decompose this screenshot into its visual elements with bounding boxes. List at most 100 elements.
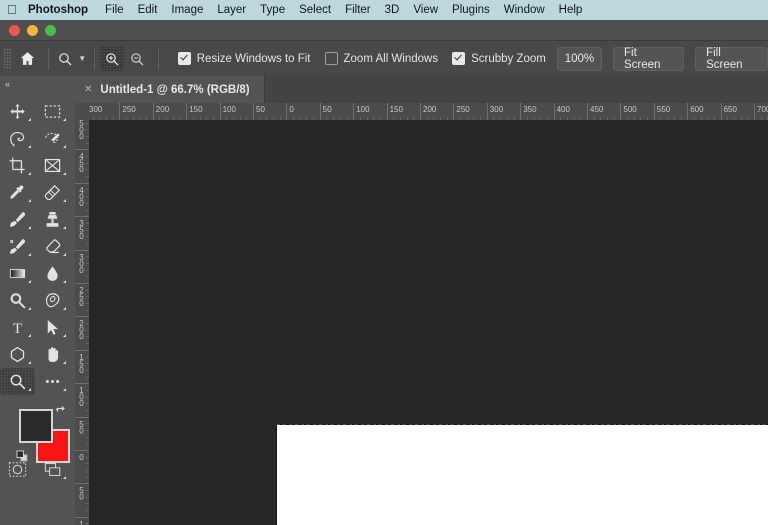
close-button[interactable] — [9, 25, 20, 36]
menu-item-select[interactable]: Select — [292, 0, 338, 20]
fill-screen-button[interactable]: Fill Screen — [695, 47, 768, 71]
clone-stamp-tool[interactable] — [35, 206, 70, 233]
window-title-bar — [0, 20, 768, 41]
zoom-in-button[interactable] — [100, 47, 124, 71]
pen-tool[interactable] — [35, 287, 70, 314]
edit-toolbar-tool[interactable] — [35, 368, 70, 395]
shape-tool[interactable] — [0, 341, 35, 368]
ruler-label: 150 — [390, 105, 403, 114]
document-tab-title: Untitled-1 @ 66.7% (RGB/8) — [100, 84, 249, 96]
ruler-label: 300 — [490, 105, 503, 114]
swap-colors-icon[interactable] — [55, 405, 67, 420]
ruler-label: 500 — [77, 120, 86, 139]
double-chevron-left-icon[interactable]: « — [0, 76, 75, 92]
brush-tool[interactable] — [0, 206, 35, 233]
path-selection-tool[interactable] — [35, 314, 70, 341]
screen-mode-button[interactable] — [35, 456, 70, 483]
svg-text:T: T — [13, 321, 22, 337]
document-canvas[interactable] — [277, 425, 768, 525]
healing-brush-icon — [43, 183, 62, 202]
options-bar-grip[interactable] — [3, 48, 11, 70]
tool-panel-bottom — [0, 456, 75, 483]
ruler-tick — [220, 103, 221, 120]
eraser-icon — [43, 237, 62, 256]
active-tool-preset-picker[interactable]: ▼ — [54, 51, 89, 67]
rectangular-marquee-tool[interactable] — [35, 98, 70, 125]
menu-item-plugins[interactable]: Plugins — [445, 0, 497, 20]
history-brush-tool[interactable] — [0, 233, 35, 260]
zoom-button[interactable] — [45, 25, 56, 36]
resize-windows-to-fit-checkbox[interactable]: Resize Windows to Fit — [178, 52, 311, 65]
tool-flyout-indicator — [28, 361, 31, 364]
tool-flyout-indicator — [63, 280, 66, 283]
ruler-label: 200 — [156, 105, 169, 114]
crop-icon — [8, 156, 27, 175]
tools-grid: T — [0, 92, 75, 395]
ruler-label: 100 — [356, 105, 369, 114]
foreground-color-swatch[interactable] — [19, 409, 53, 443]
quick-mask-button[interactable] — [0, 456, 35, 483]
quick-selection-icon — [43, 129, 62, 148]
scrubby-zoom-checkbox[interactable]: Scrubby Zoom — [452, 52, 546, 65]
menu-item-layer[interactable]: Layer — [210, 0, 253, 20]
tool-flyout-indicator — [28, 307, 31, 310]
blur-tool[interactable] — [35, 260, 70, 287]
ruler-tick — [75, 483, 89, 484]
close-x-icon[interactable]: ✕ — [84, 84, 92, 95]
macos-menu-bar:  PhotoshopFileEditImageLayerTypeSelectF… — [0, 0, 768, 20]
ruler-tick — [487, 103, 488, 120]
ruler-tick — [186, 103, 187, 120]
ruler-label: 400 — [77, 186, 86, 206]
zoom-out-button[interactable] — [124, 47, 148, 71]
menu-item-view[interactable]: View — [406, 0, 445, 20]
ruler-tick — [253, 103, 254, 120]
vertical-ruler[interactable]: 50045040035030025020015010050050100150 — [75, 120, 90, 525]
menu-item-photoshop[interactable]: Photoshop — [24, 0, 98, 20]
history-brush-icon — [8, 237, 27, 256]
eyedropper-tool[interactable] — [0, 179, 35, 206]
zoom-tool[interactable] — [0, 368, 35, 395]
options-bar: ▼ Resize Windows to Fit Zoom Al — [0, 41, 768, 77]
crop-tool[interactable] — [0, 152, 35, 179]
menu-item-image[interactable]: Image — [164, 0, 210, 20]
ruler-tick — [654, 103, 655, 120]
lasso-tool[interactable] — [0, 125, 35, 152]
document-tab-bar: ✕ Untitled-1 @ 66.7% (RGB/8) — [75, 76, 768, 103]
home-icon[interactable] — [11, 50, 43, 67]
spot-healing-brush-tool[interactable] — [35, 179, 70, 206]
apple-logo-icon[interactable]:  — [0, 3, 24, 18]
menu-item-3d[interactable]: 3D — [378, 0, 407, 20]
ruler-tick — [420, 103, 421, 120]
zoom-percent-field[interactable]: 100% — [557, 47, 602, 71]
frame-tool[interactable] — [35, 152, 70, 179]
gradient-tool[interactable] — [0, 260, 35, 287]
zoom-all-windows-checkbox[interactable]: Zoom All Windows — [325, 52, 439, 65]
menu-item-help[interactable]: Help — [552, 0, 590, 20]
move-tool[interactable] — [0, 98, 35, 125]
horizontal-ruler[interactable]: 3002502001501005005010015020025030035040… — [89, 103, 768, 121]
type-tool[interactable]: T — [0, 314, 35, 341]
brush-icon — [8, 210, 27, 229]
document-tab[interactable]: ✕ Untitled-1 @ 66.7% (RGB/8) — [75, 76, 265, 103]
menu-item-file[interactable]: File — [98, 0, 131, 20]
object-selection-tool[interactable] — [35, 125, 70, 152]
menu-item-filter[interactable]: Filter — [338, 0, 378, 20]
minimize-button[interactable] — [27, 25, 38, 36]
ruler-corner[interactable] — [75, 103, 90, 121]
fit-screen-button[interactable]: Fit Screen — [613, 47, 684, 71]
ruler-tick — [75, 316, 89, 317]
hand-tool[interactable] — [35, 341, 70, 368]
dodge-tool[interactable] — [0, 287, 35, 314]
ruler-label: 50 — [323, 105, 332, 114]
canvas-area[interactable] — [89, 120, 768, 525]
menu-item-window[interactable]: Window — [497, 0, 552, 20]
menu-item-edit[interactable]: Edit — [131, 0, 165, 20]
ruler-tick — [75, 250, 89, 251]
tool-flyout-indicator — [28, 388, 31, 391]
menu-item-type[interactable]: Type — [253, 0, 292, 20]
eraser-tool[interactable] — [35, 233, 70, 260]
checkbox-box — [452, 52, 465, 65]
divider — [48, 48, 49, 70]
ruler-label: 250 — [456, 105, 469, 114]
ruler-label: 50 — [77, 486, 86, 499]
